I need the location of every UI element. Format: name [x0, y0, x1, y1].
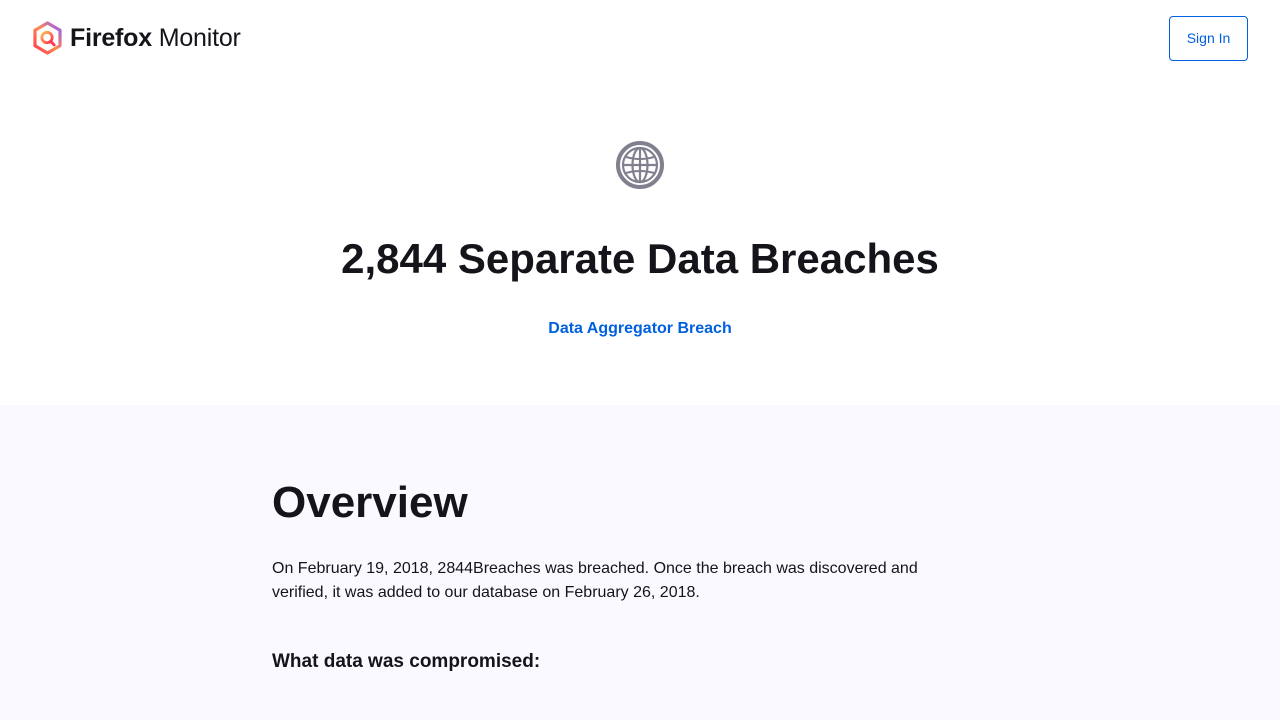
- breach-category-link[interactable]: Data Aggregator Breach: [0, 319, 1280, 339]
- overview-section: Overview On February 19, 2018, 2844Breac…: [0, 405, 1280, 720]
- brand-name-firefox: Firefox: [70, 24, 152, 52]
- brand-name: Firefox Monitor: [70, 21, 241, 55]
- sign-in-button[interactable]: Sign In: [1169, 16, 1248, 61]
- brand-name-monitor: Monitor: [158, 24, 241, 52]
- firefox-monitor-logo-icon: [33, 21, 62, 55]
- compromised-data-heading: What data was compromised:: [272, 651, 541, 672]
- firefox-monitor-logo-link[interactable]: Firefox Monitor: [32, 21, 241, 55]
- breach-title: 2,844 Separate Data Breaches: [341, 235, 939, 282]
- site-header: Firefox Monitor Sign In: [0, 0, 1280, 76]
- breach-hero: 2,844 Separate Data Breaches Data Aggreg…: [0, 76, 1280, 405]
- globe-icon: [616, 141, 664, 189]
- overview-title: Overview: [272, 478, 468, 527]
- overview-description: On February 19, 2018, 2844Breaches was b…: [272, 560, 918, 601]
